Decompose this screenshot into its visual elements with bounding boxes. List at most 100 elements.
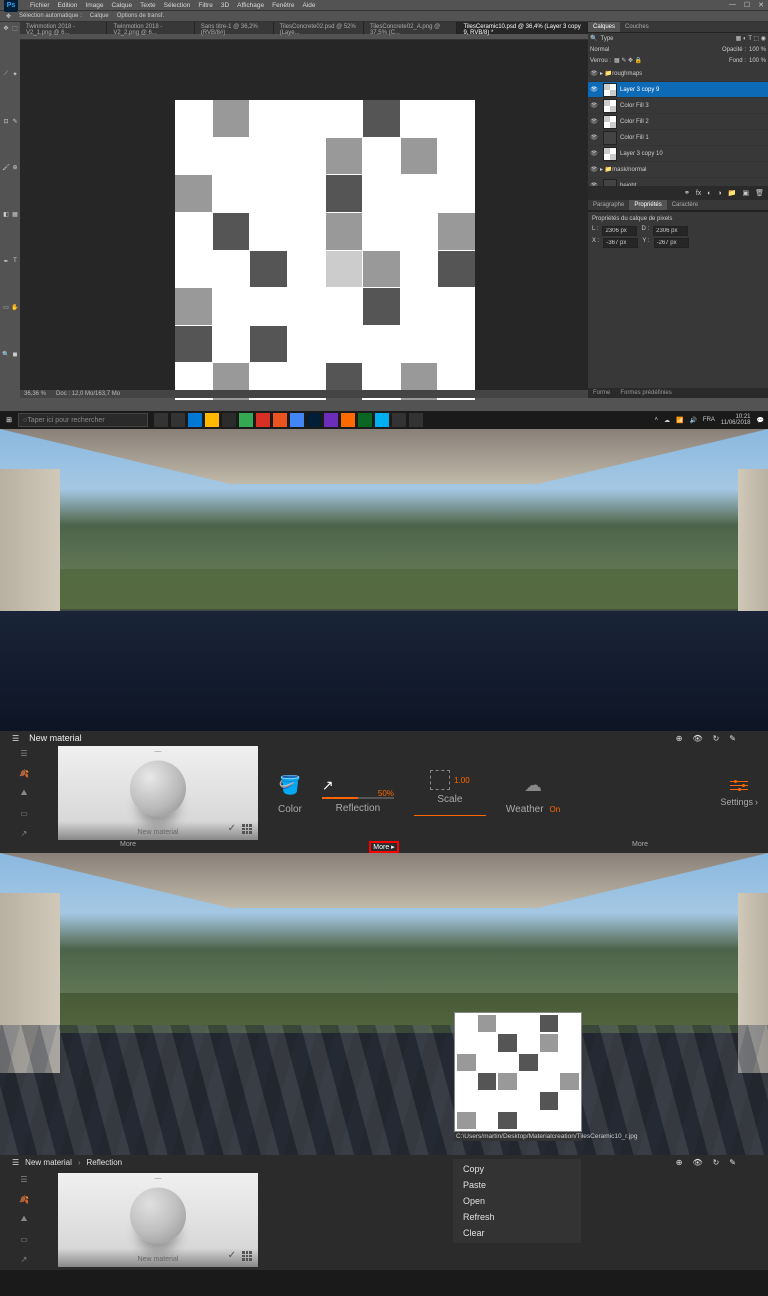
visibility-icon[interactable]: 👁 — [588, 102, 600, 109]
color-control[interactable]: 🪣 Color — [278, 772, 302, 815]
menu-item[interactable]: Fenêtre — [272, 2, 294, 9]
more-center[interactable]: More ▸ — [256, 841, 512, 853]
layer-row[interactable]: 👁 ▸ 📁 roughmaps — [588, 66, 768, 82]
group-icon[interactable]: 📁 — [728, 189, 737, 197]
pen-tool[interactable]: ✒ — [2, 257, 10, 265]
hamburger-icon[interactable]: ☰ — [10, 747, 38, 759]
visibility-icon[interactable]: 👁 — [588, 134, 600, 141]
render-viewport-2[interactable]: C:\Users/martin/Desktop/Materialcreation… — [0, 853, 768, 1155]
app-icon[interactable] — [256, 413, 270, 427]
tab-brush[interactable]: Forme — [588, 388, 615, 398]
text-tool[interactable]: T — [11, 257, 19, 265]
more-right[interactable]: More — [512, 841, 768, 853]
prop-height[interactable] — [653, 226, 688, 236]
lang-indicator[interactable]: FRA — [703, 417, 715, 423]
box-icon[interactable]: ▭ — [10, 807, 38, 819]
new-layer-icon[interactable]: ▣ — [742, 189, 749, 197]
visibility-icon[interactable]: 👁 — [588, 86, 600, 93]
settings-button[interactable]: Settings› — [720, 797, 758, 807]
document-tab[interactable]: Twinmotion 2018 - V2_2.png @ 6... — [107, 22, 194, 34]
sliders-icon[interactable] — [730, 779, 748, 791]
menu-item[interactable]: Image — [85, 2, 103, 9]
fill-value[interactable]: 100 % — [749, 58, 766, 64]
visibility-icon[interactable]: 👁 — [588, 150, 600, 157]
app-icon[interactable] — [222, 413, 236, 427]
ctx-clear[interactable]: Clear — [453, 1225, 581, 1241]
zoom-level[interactable]: 36,36 % — [24, 391, 46, 397]
app-icon[interactable] — [341, 413, 355, 427]
tab-character[interactable]: Caractère — [667, 200, 703, 210]
mask-icon[interactable]: ◐ — [707, 190, 711, 197]
menu-item[interactable]: Affichage — [237, 2, 264, 9]
app-icon[interactable] — [324, 413, 338, 427]
refresh-icon[interactable]: ↻ — [713, 1158, 720, 1167]
cortana-icon[interactable] — [171, 413, 185, 427]
stamp-tool[interactable]: ⊕ — [11, 164, 19, 172]
layer-row[interactable]: 👁Layer 3 copy 9 — [588, 82, 768, 98]
menu-icon[interactable]: ☰ — [12, 734, 19, 743]
filter-type[interactable]: Type — [600, 36, 613, 42]
cloud-icon[interactable]: ☁ — [664, 417, 670, 424]
tab-layers[interactable]: Calques — [588, 22, 620, 32]
menu-item[interactable]: 3D — [221, 2, 229, 9]
menu-item[interactable]: Aide — [303, 2, 316, 9]
material-preview[interactable]: — New material ✓ — [58, 746, 258, 840]
menu-item[interactable]: Edition — [58, 2, 78, 9]
prop-y[interactable] — [654, 238, 689, 248]
eye-icon[interactable]: 👁 — [692, 1158, 702, 1167]
ctx-paste[interactable]: Paste — [453, 1177, 581, 1193]
move-tool[interactable]: ✥ — [2, 24, 10, 32]
eye-icon[interactable]: 👁 — [692, 734, 702, 743]
auto-select-mode[interactable]: Calque — [90, 13, 109, 19]
layer-row[interactable]: 👁Color Fill 3 — [588, 98, 768, 114]
ctx-refresh[interactable]: Refresh — [453, 1209, 581, 1225]
prop-width[interactable] — [602, 226, 637, 236]
app-icon[interactable] — [290, 413, 304, 427]
check-icon[interactable]: ✓ — [228, 823, 236, 834]
box-icon[interactable]: ▭ — [10, 1233, 38, 1245]
close-icon[interactable]: ✕ — [758, 1, 764, 9]
fx-icon[interactable]: fx — [696, 190, 701, 197]
magnify-icon[interactable]: ⊕ — [676, 1158, 683, 1167]
wifi-icon[interactable]: 📶 — [676, 417, 683, 424]
blend-mode[interactable]: Normal — [590, 47, 609, 53]
search-input[interactable]: ○ Taper ici pour rechercher — [18, 413, 148, 427]
menu-item[interactable]: Fichier — [30, 2, 50, 9]
shape-tool[interactable]: ▭ — [2, 304, 10, 312]
layer-row[interactable]: 👁height — [588, 178, 768, 186]
tray-icon[interactable]: ˄ — [654, 417, 658, 423]
transform-options[interactable]: Options de transf. — [117, 13, 164, 19]
menu-item[interactable]: Texte — [140, 2, 156, 9]
grid-icon[interactable] — [242, 824, 252, 834]
document-tab[interactable]: Twinmotion 2018 - V2_1.png @ 6... — [20, 22, 107, 34]
refresh-icon[interactable]: ↻ — [713, 734, 720, 743]
task-view-icon[interactable] — [154, 413, 168, 427]
tab-brush-presets[interactable]: Formes prédéfinies — [615, 388, 676, 398]
export-icon[interactable]: ↗ — [10, 1253, 38, 1265]
document-tab-active[interactable]: TilesCeramic10.psd @ 36,4% (Layer 3 copy… — [457, 22, 588, 34]
start-button[interactable]: ⊞ — [0, 411, 18, 429]
explorer-icon[interactable] — [205, 413, 219, 427]
adjustment-icon[interactable]: ◑ — [718, 190, 722, 197]
volume-icon[interactable]: 🔊 — [689, 417, 696, 424]
grid-icon[interactable] — [242, 1251, 252, 1261]
lasso-tool[interactable]: ⟋ — [2, 71, 10, 79]
weather-control[interactable]: ☁ Weather On — [506, 772, 560, 815]
visibility-icon[interactable]: 👁 — [588, 166, 600, 173]
eyedropper-icon[interactable]: ✎ — [729, 1158, 736, 1167]
app-icon[interactable] — [273, 413, 287, 427]
trash-icon[interactable]: 🗑 — [755, 189, 764, 197]
check-icon[interactable]: ✓ — [228, 1250, 236, 1261]
eyedropper-icon[interactable]: ✎ — [729, 734, 736, 743]
hamburger-icon[interactable]: ☰ — [10, 1173, 38, 1185]
clock-date[interactable]: 11/06/2018 — [721, 420, 751, 426]
visibility-icon[interactable]: 👁 — [588, 118, 600, 125]
brush-tool[interactable]: 🖌 — [2, 164, 10, 172]
artboard[interactable] — [175, 100, 475, 400]
tab-paragraph[interactable]: Paragraphe — [588, 200, 629, 210]
app-icon[interactable] — [358, 413, 372, 427]
color-swatch[interactable]: ◼ — [11, 350, 19, 358]
scale-control[interactable]: 1.00 Scale — [414, 770, 486, 816]
marquee-tool[interactable]: ⬚ — [11, 24, 19, 32]
leaf-icon[interactable]: 🍂 — [10, 767, 38, 779]
